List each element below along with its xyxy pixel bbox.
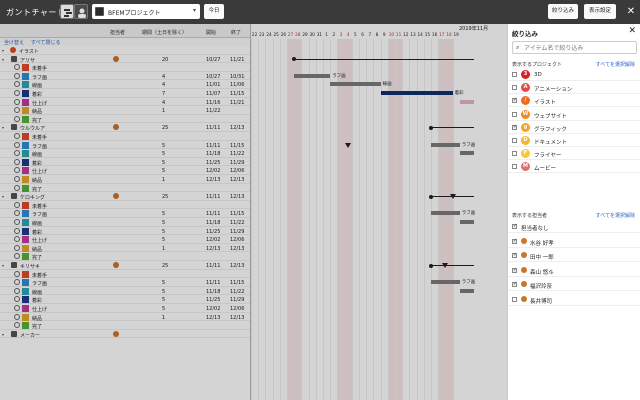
overlay[interactable] xyxy=(0,24,507,400)
person-icon xyxy=(78,8,86,18)
project-label: グラフィック xyxy=(534,126,567,133)
project-label: ドキュメント xyxy=(534,140,568,146)
project-label: フライヤー xyxy=(534,153,562,160)
gantt-view-button[interactable] xyxy=(60,4,74,19)
project-select-value: BFEMプロジェクト xyxy=(108,10,161,17)
user-label: 田中 一郎 xyxy=(530,255,554,261)
checkbox[interactable] xyxy=(512,281,517,287)
project-badge-icon: W xyxy=(521,109,530,119)
project-badge-icon: g xyxy=(521,122,530,132)
project-badge-icon: M xyxy=(521,162,530,172)
checkbox[interactable] xyxy=(512,252,517,258)
checkbox[interactable] xyxy=(512,238,517,244)
project-filter-item[interactable]: 3 3D xyxy=(508,68,640,81)
close-icon[interactable]: ✕ xyxy=(628,26,636,36)
project-color-icon xyxy=(95,7,104,16)
checkbox[interactable] xyxy=(512,267,517,273)
project-badge-icon: D xyxy=(521,136,530,145)
avatar xyxy=(521,281,527,287)
checkbox[interactable] xyxy=(512,223,517,229)
project-label: ムービー xyxy=(534,166,557,173)
top-bar: ガントチャート BFEMプロジェクト ▾ 今日 絞り込み 表示設定 ✕ xyxy=(0,0,640,24)
project-label: 3D xyxy=(534,72,542,78)
app-title: ガントチャート xyxy=(6,8,66,17)
project-filter-item[interactable]: g グラフィック xyxy=(508,121,640,134)
avatar xyxy=(521,237,527,244)
project-badge-icon: F xyxy=(521,149,530,159)
checkbox[interactable] xyxy=(512,296,517,302)
project-badge-icon: / xyxy=(521,96,530,106)
project-label: ウェブサイト xyxy=(534,113,568,120)
checkbox[interactable] xyxy=(512,111,517,117)
project-label: イラスト xyxy=(534,100,556,107)
project-filter-item[interactable]: D ドキュメント xyxy=(508,134,640,147)
checkbox[interactable] xyxy=(512,164,517,170)
user-label: 水谷 好孝 xyxy=(530,240,554,247)
filter-button[interactable]: 絞り込み xyxy=(548,4,578,19)
checkbox[interactable] xyxy=(512,138,517,143)
project-filter-item[interactable]: F フライヤー xyxy=(508,147,640,161)
users-header: 表示する担当者 xyxy=(512,213,548,219)
user-label: 担当者なし xyxy=(521,226,549,232)
project-filter-item[interactable]: W ウェブサイト xyxy=(508,108,640,121)
search-input[interactable] xyxy=(524,43,634,53)
projects-clear-link[interactable]: すべてを選択解除 xyxy=(596,61,635,68)
project-filter-item[interactable]: / イラスト xyxy=(508,94,640,108)
user-label: 長井博司 xyxy=(530,298,553,305)
projects-header: 表示するプロジェクト xyxy=(512,62,563,68)
user-filter-item[interactable]: 田中 一郎 xyxy=(508,249,640,262)
filter-panel: 絞り込み ✕ ⌕ 表示するプロジェクト すべてを選択解除 3 3D A アニメーション… xyxy=(507,24,640,400)
user-filter-item[interactable]: 担当者なし xyxy=(508,220,640,233)
users-clear-link[interactable]: すべてを選択解除 xyxy=(596,212,635,219)
avatar xyxy=(521,266,527,273)
user-label: 福沢玲奈 xyxy=(530,284,553,290)
project-badge-icon: A xyxy=(521,83,530,93)
gantt-icon xyxy=(64,9,72,17)
panel-title: 絞り込み xyxy=(512,30,538,38)
project-badge-icon: 3 xyxy=(521,70,530,79)
project-filter-item[interactable]: M ムービー xyxy=(508,160,640,174)
avatar xyxy=(521,252,527,258)
user-filter-item[interactable]: 森山 悠斗 xyxy=(508,264,640,277)
today-button[interactable]: 今日 xyxy=(204,4,224,19)
project-filter-item[interactable]: A アニメーション xyxy=(508,81,640,95)
user-filter-item[interactable]: 福沢玲奈 xyxy=(508,278,640,291)
checkbox[interactable] xyxy=(512,151,517,157)
search-icon: ⌕ xyxy=(516,44,520,51)
checkbox[interactable] xyxy=(512,72,517,77)
chevron-down-icon: ▾ xyxy=(192,7,196,14)
project-label: アニメーション xyxy=(534,87,573,94)
project-select[interactable]: BFEMプロジェクト ▾ xyxy=(92,4,200,19)
user-filter-item[interactable]: 水谷 好孝 xyxy=(508,235,640,248)
checkbox[interactable] xyxy=(512,124,517,130)
checkbox[interactable] xyxy=(512,97,517,104)
close-icon[interactable]: ✕ xyxy=(625,4,637,19)
member-view-button[interactable] xyxy=(74,4,88,19)
settings-button[interactable]: 表示設定 xyxy=(584,4,616,19)
user-filter-item[interactable]: 長井博司 xyxy=(508,293,640,306)
avatar xyxy=(521,295,527,302)
checkbox[interactable] xyxy=(512,85,517,91)
search-box: ⌕ xyxy=(512,41,637,54)
user-label: 森山 悠斗 xyxy=(530,269,554,276)
